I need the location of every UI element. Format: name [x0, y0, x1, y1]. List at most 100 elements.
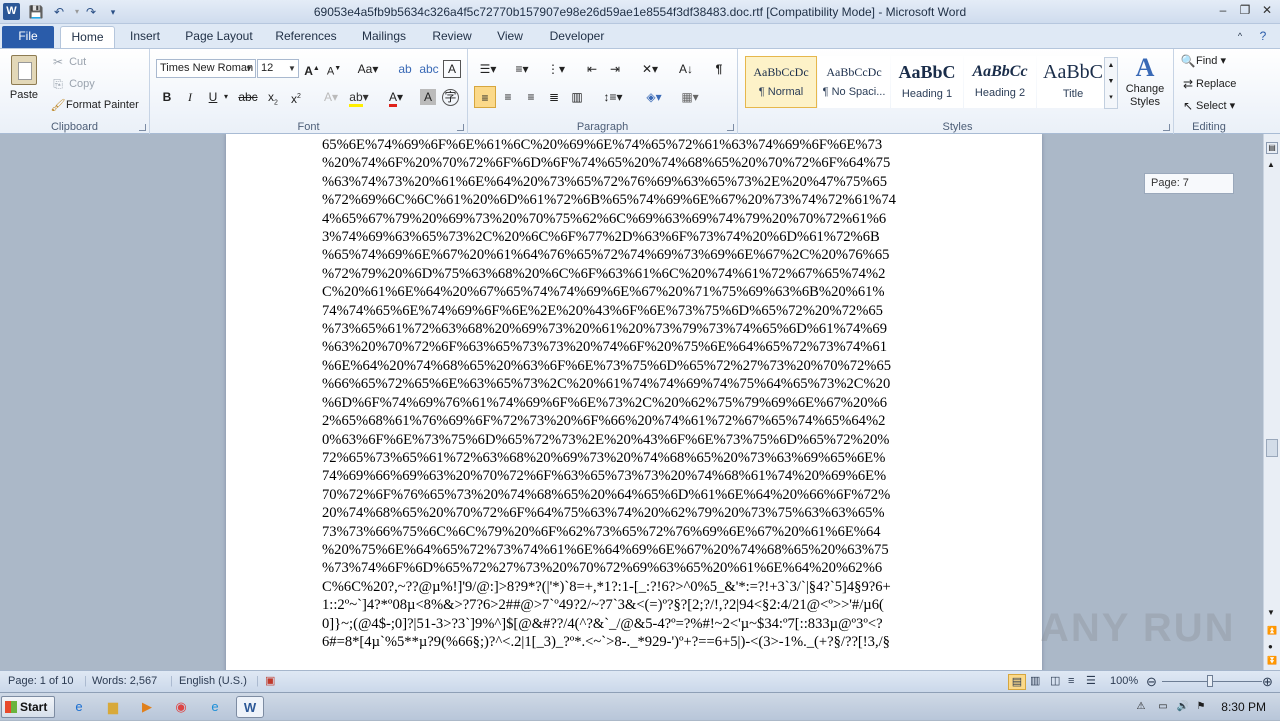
font-launcher-icon[interactable] [457, 124, 464, 131]
document-line[interactable]: %72%79%20%6D%75%63%68%20%6C%6F%63%61%6C%… [322, 265, 946, 283]
asian-layout-icon[interactable]: ✕▾ [636, 58, 664, 80]
minimize-button[interactable]: – [1212, 2, 1234, 20]
font-name-combo[interactable]: Times New Roman ▼ [156, 59, 256, 78]
style-heading-2[interactable]: AaBbCc Heading 2 [964, 56, 1036, 108]
scroll-down-icon[interactable]: ▼ [1267, 608, 1275, 617]
macro-recording-icon[interactable]: ▣ [265, 671, 275, 692]
start-button[interactable]: Start [1, 696, 55, 718]
highlight-icon[interactable]: ab▾ [348, 86, 370, 108]
document-line[interactable]: C%20%61%6E%64%20%67%65%74%74%69%6E%67%20… [322, 283, 946, 301]
styles-launcher-icon[interactable] [1163, 124, 1170, 131]
zoom-out-icon[interactable]: ⊖ [1146, 671, 1157, 692]
zoom-level[interactable]: 100% [1110, 671, 1138, 692]
document-line[interactable]: 70%72%6F%76%65%73%20%74%68%65%20%64%65%6… [322, 486, 946, 504]
align-center-icon[interactable]: ≡ [497, 86, 519, 108]
sort-icon[interactable]: A↓ [675, 58, 697, 80]
grow-font-icon[interactable]: A▲ [301, 58, 323, 80]
tab-review[interactable]: Review [424, 26, 480, 48]
close-button[interactable]: ✕ [1256, 2, 1278, 20]
align-left-icon[interactable]: ≡ [474, 86, 496, 108]
document-line[interactable]: 74%69%66%69%63%20%70%72%6F%63%65%73%73%2… [322, 467, 946, 485]
document-line[interactable]: %20%74%6F%20%70%72%6F%6D%6F%74%65%20%74%… [322, 154, 946, 172]
document-line[interactable]: 20%74%68%65%20%70%72%6F%64%75%63%74%20%6… [322, 504, 946, 522]
style-title[interactable]: AaBbC Title [1037, 56, 1109, 108]
scrollbar-thumb[interactable] [1266, 439, 1278, 457]
document-line[interactable]: 2%65%68%61%76%69%6F%72%73%20%6F%66%20%74… [322, 412, 946, 430]
tab-mailings[interactable]: Mailings [352, 26, 416, 48]
zoom-slider-thumb[interactable] [1207, 675, 1213, 687]
document-line[interactable]: 1::2º~`]4?*º08µ<8%&>?7?6>2##@>7`º49?2/~?… [322, 596, 946, 614]
font-color-icon[interactable]: A▾ [385, 86, 407, 108]
cut-button[interactable]: ✂ Cut [50, 54, 86, 70]
style-normal[interactable]: AaBbCcDc ¶ Normal [745, 56, 817, 108]
draft-icon[interactable]: ☰ [1086, 671, 1096, 692]
document-text[interactable]: 65%6E%74%69%6F%6E%61%6C%20%69%6E%74%65%7… [322, 136, 946, 651]
clear-formatting-icon[interactable]: ab [394, 58, 416, 80]
clock[interactable]: 8:30 PM [1221, 693, 1266, 721]
multilevel-list-icon[interactable]: ⋮▾ [542, 58, 570, 80]
superscript-icon[interactable]: x2 [285, 86, 307, 108]
zoom-in-icon[interactable]: ⊕ [1262, 671, 1273, 692]
ruler-toggle-icon[interactable]: ▤ [1266, 142, 1278, 154]
style-heading-1[interactable]: AaBbC Heading 1 [891, 56, 963, 108]
document-line[interactable]: C%6C%20?,~??@µ%!]'9/@:]>8?9*?(|'*)`8=+,*… [322, 578, 946, 596]
strikethrough-icon[interactable]: abc [237, 86, 259, 108]
file-explorer-icon[interactable]: ▆ [100, 696, 126, 718]
document-page[interactable]: 65%6E%74%69%6F%6E%61%6C%20%69%6E%74%65%7… [226, 134, 1042, 670]
edge-icon[interactable]: e [202, 696, 228, 718]
word-taskbar-icon[interactable]: W [236, 696, 264, 718]
styles-scroll-icon[interactable]: ▲ ▼ ▾ [1104, 57, 1118, 109]
subscript-icon[interactable]: x2 [262, 86, 284, 108]
document-line[interactable]: 72%65%73%65%61%72%63%68%20%69%73%20%74%6… [322, 449, 946, 467]
document-line[interactable]: %6D%6F%74%69%76%61%74%69%6F%6E%73%2C%20%… [322, 394, 946, 412]
change-case-icon[interactable]: Aa▾ [354, 58, 382, 80]
numbering-icon[interactable]: ≡▾ [508, 58, 536, 80]
text-effects-icon[interactable]: A▾ [320, 86, 342, 108]
document-line[interactable]: %72%69%6C%6C%61%20%6D%61%72%6B%65%74%69%… [322, 191, 946, 209]
decrease-indent-icon[interactable]: ⇤ [581, 58, 603, 80]
media-player-icon[interactable]: ▶ [134, 696, 160, 718]
language-indicator[interactable]: English (U.S.) [179, 671, 247, 692]
style-no-spacing[interactable]: AaBbCcDc ¶ No Spaci... [818, 56, 890, 108]
document-line[interactable]: %65%74%69%6E%67%20%61%64%76%65%72%74%69%… [322, 246, 946, 264]
tab-page-layout[interactable]: Page Layout [178, 26, 260, 48]
document-line[interactable]: %63%20%70%72%6F%63%65%73%73%20%74%6F%20%… [322, 338, 946, 356]
tray-flag-icon[interactable]: ⚑ [1188, 696, 1214, 718]
paste-button[interactable]: Paste [6, 53, 42, 109]
previous-page-icon[interactable]: ⏫ [1267, 626, 1277, 635]
document-line[interactable]: 74%74%65%6E%74%69%6F%6E%2E%20%43%6F%6E%7… [322, 302, 946, 320]
tab-view[interactable]: View [488, 26, 532, 48]
increase-indent-icon[interactable]: ⇥ [604, 58, 626, 80]
tab-developer[interactable]: Developer [540, 26, 614, 48]
tab-references[interactable]: References [268, 26, 344, 48]
enclose-characters-icon[interactable]: 字 [442, 89, 459, 106]
bullets-icon[interactable]: ☰▾ [474, 58, 502, 80]
document-line[interactable]: %73%74%6F%6D%65%72%27%73%20%70%72%69%63%… [322, 559, 946, 577]
tab-home[interactable]: Home [60, 26, 115, 48]
bold-icon[interactable]: B [156, 86, 178, 108]
font-size-combo[interactable]: 12 ▼ [257, 59, 299, 78]
align-right-icon[interactable]: ≡ [520, 86, 542, 108]
full-screen-reading-icon[interactable]: ▥ [1030, 671, 1040, 692]
document-line[interactable]: 0%63%6F%6E%73%75%6D%65%72%73%2E%20%43%6F… [322, 431, 946, 449]
vertical-scrollbar[interactable]: ▤ ▲ ▼ ⏫ ● ⏬ [1263, 134, 1280, 670]
browse-object-icon[interactable]: ● [1268, 642, 1273, 651]
italic-icon[interactable]: I [179, 86, 201, 108]
help-icon[interactable]: ? [1254, 26, 1272, 48]
character-shading-icon[interactable]: A [420, 89, 436, 105]
document-line[interactable]: 3%74%69%63%65%73%2C%20%6C%6F%77%2D%63%6F… [322, 228, 946, 246]
show-formatting-icon[interactable]: ¶ [708, 58, 730, 80]
paragraph-launcher-icon[interactable] [727, 124, 734, 131]
document-line[interactable]: %20%75%6E%64%65%72%73%74%61%6E%64%69%6E%… [322, 541, 946, 559]
document-line[interactable]: %6E%64%20%74%68%65%20%63%6F%6E%73%75%6D%… [322, 357, 946, 375]
page-count[interactable]: Page: 1 of 10 [8, 671, 73, 692]
shrink-font-icon[interactable]: A▼ [323, 58, 345, 80]
find-button[interactable]: 🔍Find ▾ [1180, 53, 1226, 69]
internet-explorer-icon[interactable]: e [66, 696, 92, 718]
scroll-up-icon[interactable]: ▲ [1267, 160, 1275, 169]
format-painter-button[interactable]: 🖌Format Painter [50, 97, 138, 113]
underline-dropdown-icon[interactable]: ▾ [220, 86, 232, 108]
restore-button[interactable]: ❐ [1234, 2, 1256, 20]
document-line[interactable]: %73%65%61%72%63%68%20%69%73%20%61%20%73%… [322, 320, 946, 338]
tab-file[interactable]: File [2, 26, 54, 48]
